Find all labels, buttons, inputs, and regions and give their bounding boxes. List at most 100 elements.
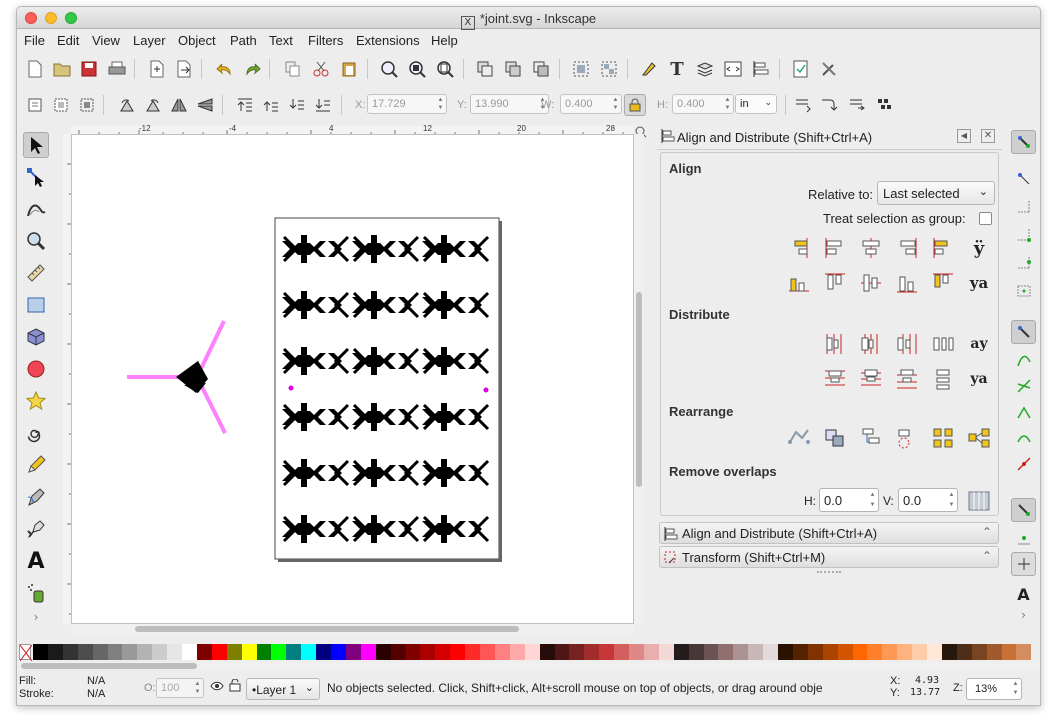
- color-swatch[interactable]: [62, 644, 78, 660]
- redo-icon[interactable]: [242, 59, 262, 79]
- align-right-to-left-icon[interactable]: [784, 233, 814, 263]
- color-swatch[interactable]: [196, 644, 212, 660]
- more-snap-chevron-icon[interactable]: ›: [1011, 608, 1036, 622]
- save-icon[interactable]: [79, 59, 99, 79]
- snap-page-border-icon[interactable]: [1011, 552, 1036, 576]
- color-swatch[interactable]: [897, 644, 913, 660]
- menu-file[interactable]: File: [24, 33, 45, 48]
- no-paint-swatch[interactable]: [19, 644, 33, 662]
- color-swatch[interactable]: [331, 644, 346, 660]
- color-swatch[interactable]: [345, 644, 361, 660]
- undo-icon[interactable]: [215, 59, 235, 79]
- vertical-scroll-thumb[interactable]: [636, 292, 642, 487]
- color-swatch[interactable]: [301, 644, 317, 660]
- color-swatch[interactable]: [405, 644, 421, 660]
- color-swatch[interactable]: [122, 644, 138, 660]
- distribute-left-edges-icon[interactable]: [820, 329, 850, 359]
- rectangle-tool-icon[interactable]: [23, 292, 49, 318]
- panel-iconify-icon[interactable]: ◀: [957, 129, 971, 143]
- tweak-tool-icon[interactable]: [23, 196, 49, 222]
- color-swatch[interactable]: [1001, 644, 1017, 660]
- menu-extensions[interactable]: Extensions: [356, 33, 420, 48]
- color-swatch[interactable]: [912, 644, 928, 660]
- snap-text-baseline-icon[interactable]: A: [1011, 582, 1036, 606]
- more-tools-chevron-icon[interactable]: ›: [23, 610, 49, 624]
- unit-select[interactable]: in ⌄: [735, 94, 777, 114]
- opacity-spinner-icon[interactable]: ▲ ▼: [193, 680, 202, 696]
- distribute-baselines-vertical-icon[interactable]: ya: [964, 364, 994, 394]
- xml-editor-icon[interactable]: [723, 59, 743, 79]
- lower-icon[interactable]: [287, 95, 307, 115]
- overlap-h-input[interactable]: 0.0 ▲ ▼: [819, 488, 879, 512]
- distribute-centers-horizontal-icon[interactable]: [856, 329, 886, 359]
- align-top-to-bottom-icon[interactable]: [928, 268, 958, 298]
- color-swatch[interactable]: [152, 644, 168, 660]
- align-bottom-icon[interactable]: [892, 268, 922, 298]
- import-icon[interactable]: [147, 59, 167, 79]
- relative-to-select[interactable]: Last selected ⌄: [877, 181, 995, 205]
- toggle-lock-icon[interactable]: [229, 678, 241, 695]
- vertical-scrollbar[interactable]: [634, 134, 644, 624]
- color-swatch[interactable]: [763, 644, 779, 660]
- snap-nodes-icon[interactable]: [1011, 320, 1036, 344]
- y-input[interactable]: 13.990 ▲ ▼: [470, 94, 549, 114]
- color-swatch[interactable]: [658, 644, 674, 660]
- color-swatch[interactable]: [882, 644, 898, 660]
- clone-icon[interactable]: [503, 59, 523, 79]
- color-swatch[interactable]: [390, 644, 406, 660]
- rotate-cw-icon[interactable]: [143, 95, 163, 115]
- color-swatch[interactable]: [927, 644, 942, 660]
- color-swatch[interactable]: [569, 644, 585, 660]
- align-top-icon[interactable]: [820, 268, 850, 298]
- snap-object-center-icon[interactable]: [1011, 526, 1036, 550]
- unclump-icon[interactable]: [784, 423, 814, 453]
- 3d-box-tool-icon[interactable]: [23, 324, 49, 350]
- star-tool-icon[interactable]: [23, 388, 49, 414]
- h-input[interactable]: 0.400 ▲ ▼: [672, 94, 734, 114]
- duplicate-icon[interactable]: [475, 59, 495, 79]
- layers-icon[interactable]: [695, 59, 715, 79]
- color-swatch[interactable]: [703, 644, 719, 660]
- color-swatch[interactable]: [92, 644, 108, 660]
- color-swatch[interactable]: [748, 644, 764, 660]
- x-spinner-icon[interactable]: ▲ ▼: [436, 96, 445, 112]
- color-swatch[interactable]: [852, 644, 868, 660]
- color-swatch[interactable]: [286, 644, 302, 660]
- snap-bbox-midpoint-icon[interactable]: [1011, 251, 1036, 275]
- color-swatch[interactable]: [182, 644, 197, 660]
- dock-tab-transform[interactable]: Transform (Shift+Ctrl+M) ⌃: [659, 546, 999, 568]
- color-swatch[interactable]: [241, 644, 257, 660]
- align-baseline-horizontal-icon[interactable]: ÿ: [964, 233, 994, 263]
- toggle-visibility-icon[interactable]: [210, 680, 224, 695]
- canvas[interactable]: [71, 134, 634, 624]
- color-swatch[interactable]: [465, 644, 481, 660]
- color-swatch[interactable]: [539, 644, 555, 660]
- color-swatch[interactable]: [420, 644, 436, 660]
- color-swatch[interactable]: [971, 644, 987, 660]
- distribute-gaps-vertical-icon[interactable]: [928, 364, 958, 394]
- color-swatch[interactable]: [450, 644, 466, 660]
- x-input[interactable]: 17.729 ▲ ▼: [367, 94, 447, 114]
- color-swatch[interactable]: [524, 644, 540, 660]
- collapse-up-icon[interactable]: ⌃: [982, 525, 992, 539]
- color-swatch[interactable]: [211, 644, 227, 660]
- color-swatch[interactable]: [629, 644, 644, 660]
- distribute-right-edges-icon[interactable]: [892, 329, 922, 359]
- horizontal-scrollbar[interactable]: [71, 624, 634, 634]
- distribute-top-edges-icon[interactable]: [820, 364, 850, 394]
- color-swatch[interactable]: [47, 644, 63, 660]
- move-gradients-icon[interactable]: [847, 95, 867, 115]
- menu-path[interactable]: Path: [230, 33, 257, 48]
- color-swatch[interactable]: [673, 644, 689, 660]
- palette-scrollbar[interactable]: [19, 662, 1039, 670]
- export-icon[interactable]: [174, 59, 194, 79]
- spray-tool-icon[interactable]: [23, 580, 49, 606]
- palette-scroll-thumb[interactable]: [21, 663, 197, 669]
- panel-close-icon[interactable]: ✕: [981, 129, 995, 143]
- color-swatch[interactable]: [509, 644, 525, 660]
- color-swatch[interactable]: [599, 644, 615, 660]
- flip-horizontal-icon[interactable]: [169, 95, 189, 115]
- calligraphy-tool-icon[interactable]: [23, 516, 49, 542]
- distribute-bottom-edges-icon[interactable]: [892, 364, 922, 394]
- zoom-selection-icon[interactable]: [379, 59, 399, 79]
